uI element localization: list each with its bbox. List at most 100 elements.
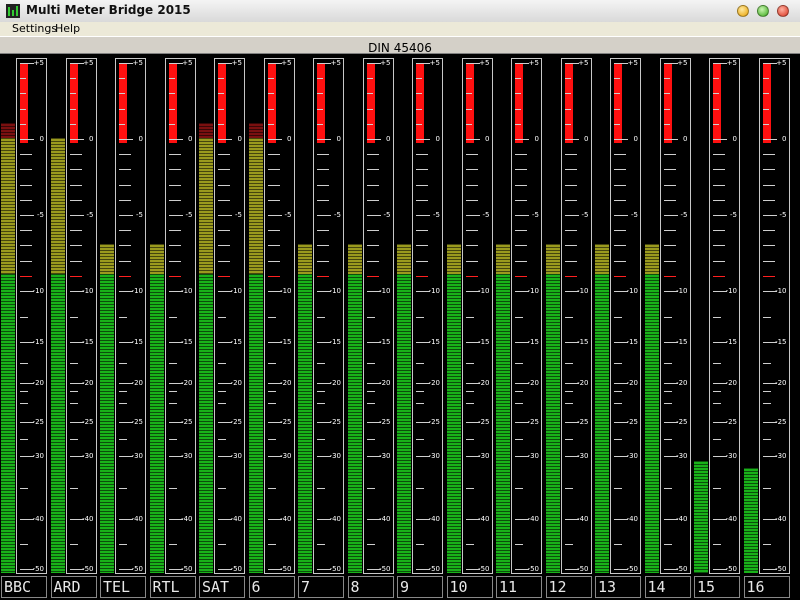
meter-channel: +5 0 -5 -10 -15 -20 -25 -30 -40 -50 16	[743, 54, 791, 600]
scale-tick	[515, 199, 527, 201]
scale-label: -20	[428, 379, 440, 387]
scale-label: +5	[281, 59, 292, 67]
headroom-red-bar	[168, 63, 177, 143]
scale-tick	[564, 487, 573, 489]
channel-label[interactable]: TEL	[100, 576, 146, 598]
close-button[interactable]	[777, 5, 789, 17]
scale-tick	[218, 139, 232, 140]
channel-label[interactable]: 15	[694, 576, 740, 598]
scale-panel: +5 0 -5 -10 -15 -20 -25 -30 -40 -50	[560, 58, 592, 574]
scale-label: -50	[428, 565, 440, 573]
scale-tick	[465, 108, 472, 110]
scale-label: -40	[478, 515, 490, 523]
scale-tick	[366, 362, 375, 364]
scale-tick	[465, 362, 474, 364]
menu-settings[interactable]: Settings	[12, 22, 57, 35]
scale-tick	[69, 487, 78, 489]
scale-tick	[366, 390, 375, 392]
scale-label: -50	[478, 565, 490, 573]
channel-label[interactable]: ARD	[50, 576, 97, 598]
scale-tick	[515, 154, 527, 156]
scale-label: -30	[527, 452, 539, 460]
channel-label[interactable]: 8	[347, 576, 394, 598]
scale-tick	[119, 260, 131, 262]
level-bar-yellow	[347, 244, 362, 274]
channel-label[interactable]: 7	[298, 576, 344, 598]
scale-label: +5	[33, 59, 44, 67]
scale-tick	[20, 215, 34, 216]
scale-tick	[69, 184, 82, 186]
scale-tick	[663, 199, 676, 201]
scale-tick	[218, 199, 230, 201]
scale-tick	[317, 63, 331, 64]
scale-label: -50	[527, 565, 539, 573]
scale-tick	[762, 139, 777, 140]
scale-tick	[713, 316, 721, 318]
scale-tick	[69, 260, 82, 262]
scale-tick	[416, 184, 428, 186]
scale-tick	[267, 275, 280, 277]
scale-label: -10	[676, 287, 688, 295]
level-bar-green	[644, 274, 659, 573]
headroom-red-bar	[317, 63, 325, 143]
channel-label[interactable]: 12	[545, 576, 592, 598]
scale-tick	[218, 169, 230, 171]
scale-tick	[762, 169, 775, 171]
channel-label[interactable]: 11	[496, 576, 542, 598]
scale-tick	[762, 544, 771, 545]
scale-tick	[465, 215, 480, 216]
scale-label: -5	[136, 211, 143, 219]
scale-tick	[614, 316, 622, 318]
scale-label: -50	[725, 565, 737, 573]
scale-tick	[168, 108, 175, 110]
scale-tick	[515, 93, 521, 95]
scale-tick	[614, 123, 620, 125]
scale-tick	[713, 215, 727, 216]
channel-label[interactable]: 14	[644, 576, 691, 598]
channel-label[interactable]: 6	[248, 576, 295, 598]
scale-tick	[713, 275, 725, 277]
scale-tick	[713, 402, 721, 404]
scale-tick	[119, 169, 131, 171]
scale-panel: +5 0 -5 -10 -15 -20 -25 -30 -40 -50	[16, 58, 47, 574]
minimize-button[interactable]	[737, 5, 749, 17]
scale-tick	[168, 487, 177, 489]
scale-tick	[713, 245, 725, 247]
scale-tick	[663, 184, 676, 186]
maximize-button[interactable]	[757, 5, 769, 17]
scale-label: -50	[181, 565, 193, 573]
scale-tick	[614, 275, 626, 277]
scale-tick	[465, 439, 474, 440]
channel-label[interactable]: RTL	[149, 576, 196, 598]
scale-tick	[366, 215, 381, 216]
scale-tick	[564, 169, 577, 171]
scale-tick	[317, 544, 325, 545]
scale-tick	[366, 78, 373, 80]
channel-label[interactable]: 13	[595, 576, 641, 598]
headroom-red-bar	[762, 63, 771, 143]
scale-tick	[218, 123, 224, 125]
channel-label[interactable]: 10	[446, 576, 493, 598]
scale-tick	[614, 439, 622, 440]
scale-label: -5	[631, 211, 638, 219]
scale-tick	[69, 390, 78, 392]
channel-label[interactable]: BBC	[1, 576, 47, 598]
menu-help[interactable]: Help	[55, 22, 80, 35]
channel-label[interactable]: 9	[397, 576, 443, 598]
meter-channel: +5 0 -5 -10 -15 -20 -25 -30 -40 -50 11	[495, 54, 543, 600]
scale-label: 0	[138, 135, 143, 143]
scale-tick	[168, 439, 177, 440]
scale-label: -15	[181, 338, 193, 346]
scale-label: -10	[428, 287, 440, 295]
scale-label: -40	[428, 515, 440, 523]
scale-tick	[69, 154, 82, 156]
scale-tick	[663, 402, 672, 404]
scale-tick	[267, 184, 280, 186]
scale-tick	[69, 230, 82, 232]
channel-label[interactable]: 16	[743, 576, 790, 598]
scale-tick	[762, 230, 775, 232]
channel-label[interactable]: SAT	[199, 576, 245, 598]
scale-tick	[713, 184, 725, 186]
scale-label: -20	[181, 379, 193, 387]
scale-tick	[168, 215, 183, 216]
